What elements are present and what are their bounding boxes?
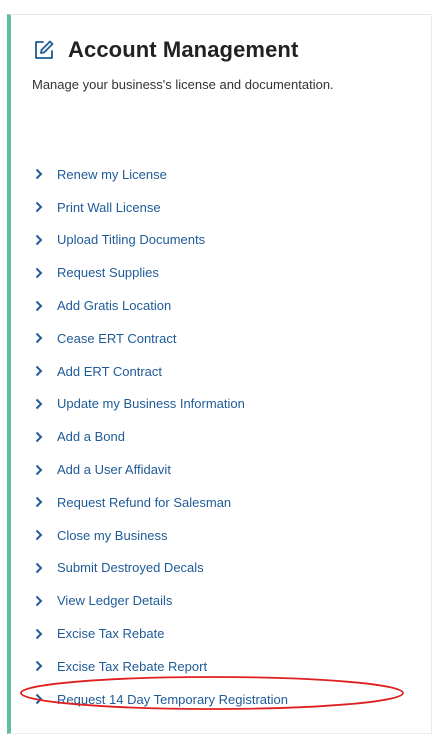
link-upload-titling-documents[interactable]: Upload Titling Documents: [35, 224, 288, 257]
link-label[interactable]: Update my Business Information: [57, 396, 245, 411]
chevron-right-icon: [35, 660, 43, 672]
link-label[interactable]: View Ledger Details: [57, 593, 172, 608]
link-update-business-information[interactable]: Update my Business Information: [35, 388, 288, 421]
chevron-right-icon: [35, 300, 43, 312]
link-label[interactable]: Request 14 Day Temporary Registration: [57, 692, 288, 707]
link-label[interactable]: Upload Titling Documents: [57, 232, 205, 247]
chevron-right-icon: [35, 529, 43, 541]
chevron-right-icon: [35, 562, 43, 574]
link-label[interactable]: Add a Bond: [57, 429, 125, 444]
link-close-business[interactable]: Close my Business: [35, 519, 288, 552]
link-label[interactable]: Renew my License: [57, 167, 167, 182]
link-label[interactable]: Add Gratis Location: [57, 298, 171, 313]
chevron-right-icon: [35, 267, 43, 279]
account-links-list: Renew my License Print Wall License Uplo…: [35, 158, 288, 716]
chevron-right-icon: [35, 201, 43, 213]
link-label[interactable]: Add a User Affidavit: [57, 462, 171, 477]
chevron-right-icon: [35, 496, 43, 508]
chevron-right-icon: [35, 398, 43, 410]
link-submit-destroyed-decals[interactable]: Submit Destroyed Decals: [35, 552, 288, 585]
link-request-temporary-registration[interactable]: Request 14 Day Temporary Registration: [35, 683, 288, 716]
page-title: Account Management: [68, 37, 299, 62]
edit-icon: [32, 38, 56, 62]
panel-header: Account Management: [32, 35, 298, 65]
link-label[interactable]: Add ERT Contract: [57, 364, 162, 379]
link-label[interactable]: Cease ERT Contract: [57, 331, 176, 346]
chevron-right-icon: [35, 595, 43, 607]
link-add-user-affidavit[interactable]: Add a User Affidavit: [35, 453, 288, 486]
link-add-bond[interactable]: Add a Bond: [35, 420, 288, 453]
link-label[interactable]: Excise Tax Rebate: [57, 626, 164, 641]
link-excise-tax-rebate-report[interactable]: Excise Tax Rebate Report: [35, 650, 288, 683]
link-label[interactable]: Submit Destroyed Decals: [57, 560, 204, 575]
link-label[interactable]: Request Supplies: [57, 265, 159, 280]
link-cease-ert-contract[interactable]: Cease ERT Contract: [35, 322, 288, 355]
link-excise-tax-rebate[interactable]: Excise Tax Rebate: [35, 617, 288, 650]
chevron-right-icon: [35, 693, 43, 705]
link-add-gratis-location[interactable]: Add Gratis Location: [35, 289, 288, 322]
panel-subtitle: Manage your business's license and docum…: [32, 77, 334, 92]
chevron-right-icon: [35, 628, 43, 640]
link-label[interactable]: Print Wall License: [57, 200, 161, 215]
link-label[interactable]: Request Refund for Salesman: [57, 495, 231, 510]
chevron-right-icon: [35, 431, 43, 443]
link-view-ledger-details[interactable]: View Ledger Details: [35, 584, 288, 617]
chevron-right-icon: [35, 168, 43, 180]
account-management-panel: Account Management Manage your business'…: [7, 14, 432, 734]
link-add-ert-contract[interactable]: Add ERT Contract: [35, 355, 288, 388]
link-print-wall-license[interactable]: Print Wall License: [35, 191, 288, 224]
link-request-refund-salesman[interactable]: Request Refund for Salesman: [35, 486, 288, 519]
chevron-right-icon: [35, 234, 43, 246]
link-renew-license[interactable]: Renew my License: [35, 158, 288, 191]
link-label[interactable]: Excise Tax Rebate Report: [57, 659, 207, 674]
chevron-right-icon: [35, 365, 43, 377]
link-request-supplies[interactable]: Request Supplies: [35, 256, 288, 289]
link-label[interactable]: Close my Business: [57, 528, 168, 543]
chevron-right-icon: [35, 332, 43, 344]
chevron-right-icon: [35, 464, 43, 476]
